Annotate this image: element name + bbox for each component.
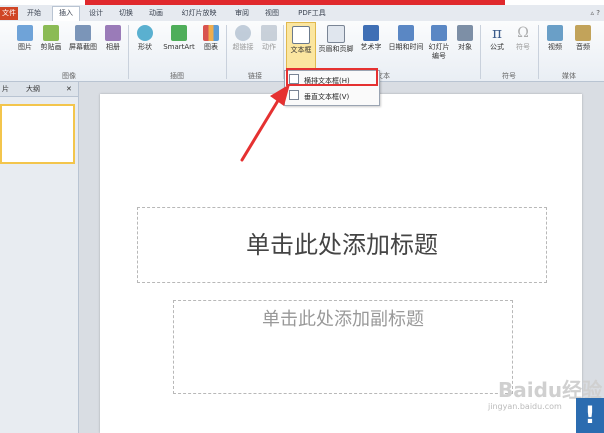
slides-panel-tabs: 片 大纲 ✕ xyxy=(0,82,78,97)
textbox-button[interactable]: 文本框 xyxy=(286,22,316,70)
tab-view[interactable]: 视图 xyxy=(260,7,284,20)
arrow-head xyxy=(270,84,290,106)
ribbon-tab-bar: 文件 开始 插入 设计 切换 动画 幻灯片放映 审阅 视图 PDF工具 ▵ ? xyxy=(0,5,604,22)
baidu-watermark: Baidu经验 jingyan.baidu.com ! xyxy=(484,372,604,433)
header-footer-button[interactable]: 页眉和页脚 xyxy=(316,25,356,54)
video-icon xyxy=(547,25,563,41)
close-icon[interactable]: ✕ xyxy=(66,83,72,95)
tab-transitions[interactable]: 切换 xyxy=(114,7,138,20)
slides-panel: 片 大纲 ✕ xyxy=(0,82,79,433)
tab-home[interactable]: 开始 xyxy=(22,7,46,20)
album-button[interactable]: 相册 xyxy=(102,25,124,52)
title-placeholder[interactable]: 单击此处添加标题 xyxy=(137,207,547,283)
group-label-symbols: 符号 xyxy=(502,72,516,80)
audio-button[interactable]: 音频 xyxy=(572,25,594,52)
help-icon[interactable]: ▵ ? xyxy=(591,9,600,17)
screenshot-icon xyxy=(75,25,91,41)
equation-button[interactable]: π 公式 xyxy=(486,25,508,52)
group-label-links: 链接 xyxy=(248,72,262,80)
chart-button[interactable]: 图表 xyxy=(200,25,222,52)
calendar-icon xyxy=(398,25,414,41)
clipart-button[interactable]: 剪贴画 xyxy=(38,25,64,52)
symbol-button[interactable]: Ω 符号 xyxy=(512,25,534,52)
watermark-badge: ! xyxy=(576,398,604,433)
omega-icon: Ω xyxy=(517,25,529,41)
action-icon xyxy=(261,25,277,41)
speaker-icon xyxy=(575,25,591,41)
tab-animations[interactable]: 动画 xyxy=(144,7,168,20)
screenshot-button[interactable]: 屏幕截图 xyxy=(66,25,100,52)
watermark-url: jingyan.baidu.com xyxy=(488,402,562,411)
hyperlink-button[interactable]: 超链接 xyxy=(230,25,256,52)
shapes-icon xyxy=(137,25,153,41)
smartart-button[interactable]: SmartArt xyxy=(160,25,198,52)
object-button[interactable]: 对象 xyxy=(454,25,476,52)
smartart-icon xyxy=(171,25,187,41)
tab-pdf-tools[interactable]: PDF工具 xyxy=(292,7,332,20)
date-time-button[interactable]: 日期和时间 xyxy=(386,25,426,52)
tab-review[interactable]: 审阅 xyxy=(230,7,254,20)
picture-button[interactable]: 图片 xyxy=(14,25,36,52)
group-label-illustrations: 插图 xyxy=(170,72,184,80)
album-icon xyxy=(105,25,121,41)
tab-slides[interactable]: 片 xyxy=(2,83,9,95)
tab-outline[interactable]: 大纲 xyxy=(26,83,40,95)
pointer-arrow xyxy=(240,84,290,162)
subtitle-placeholder[interactable]: 单击此处添加副标题 xyxy=(173,300,513,394)
chart-icon xyxy=(203,25,219,41)
tab-file[interactable]: 文件 xyxy=(0,7,18,20)
tab-design[interactable]: 设计 xyxy=(84,7,108,20)
pi-icon: π xyxy=(492,24,502,42)
group-label-images: 图像 xyxy=(62,72,76,80)
object-icon xyxy=(457,25,473,41)
ribbon-separator xyxy=(226,25,227,79)
arrow-shaft xyxy=(240,92,284,162)
textbox-icon xyxy=(292,26,310,44)
action-button[interactable]: 动作 xyxy=(258,25,280,52)
video-button[interactable]: 视频 xyxy=(544,25,566,52)
group-label-media: 媒体 xyxy=(562,72,576,80)
subtitle-placeholder-text: 单击此处添加副标题 xyxy=(262,309,424,330)
picture-icon xyxy=(17,25,33,41)
tab-slideshow[interactable]: 幻灯片放映 xyxy=(176,7,222,20)
ribbon-separator xyxy=(480,25,481,79)
clipart-icon xyxy=(43,25,59,41)
ribbon-separator xyxy=(128,25,129,79)
slide-number-button[interactable]: 幻灯片编号 xyxy=(428,25,450,61)
header-footer-icon xyxy=(327,25,345,43)
slide-thumbnail[interactable] xyxy=(0,104,75,164)
globe-icon xyxy=(235,25,251,41)
wordart-button[interactable]: 艺术字 xyxy=(358,25,384,52)
ribbon-separator xyxy=(538,25,539,79)
wordart-icon xyxy=(363,25,379,41)
title-placeholder-text: 单击此处添加标题 xyxy=(246,231,438,259)
slide-number-icon xyxy=(431,25,447,41)
shapes-button[interactable]: 形状 xyxy=(134,25,156,52)
tab-insert[interactable]: 插入 xyxy=(52,6,80,22)
